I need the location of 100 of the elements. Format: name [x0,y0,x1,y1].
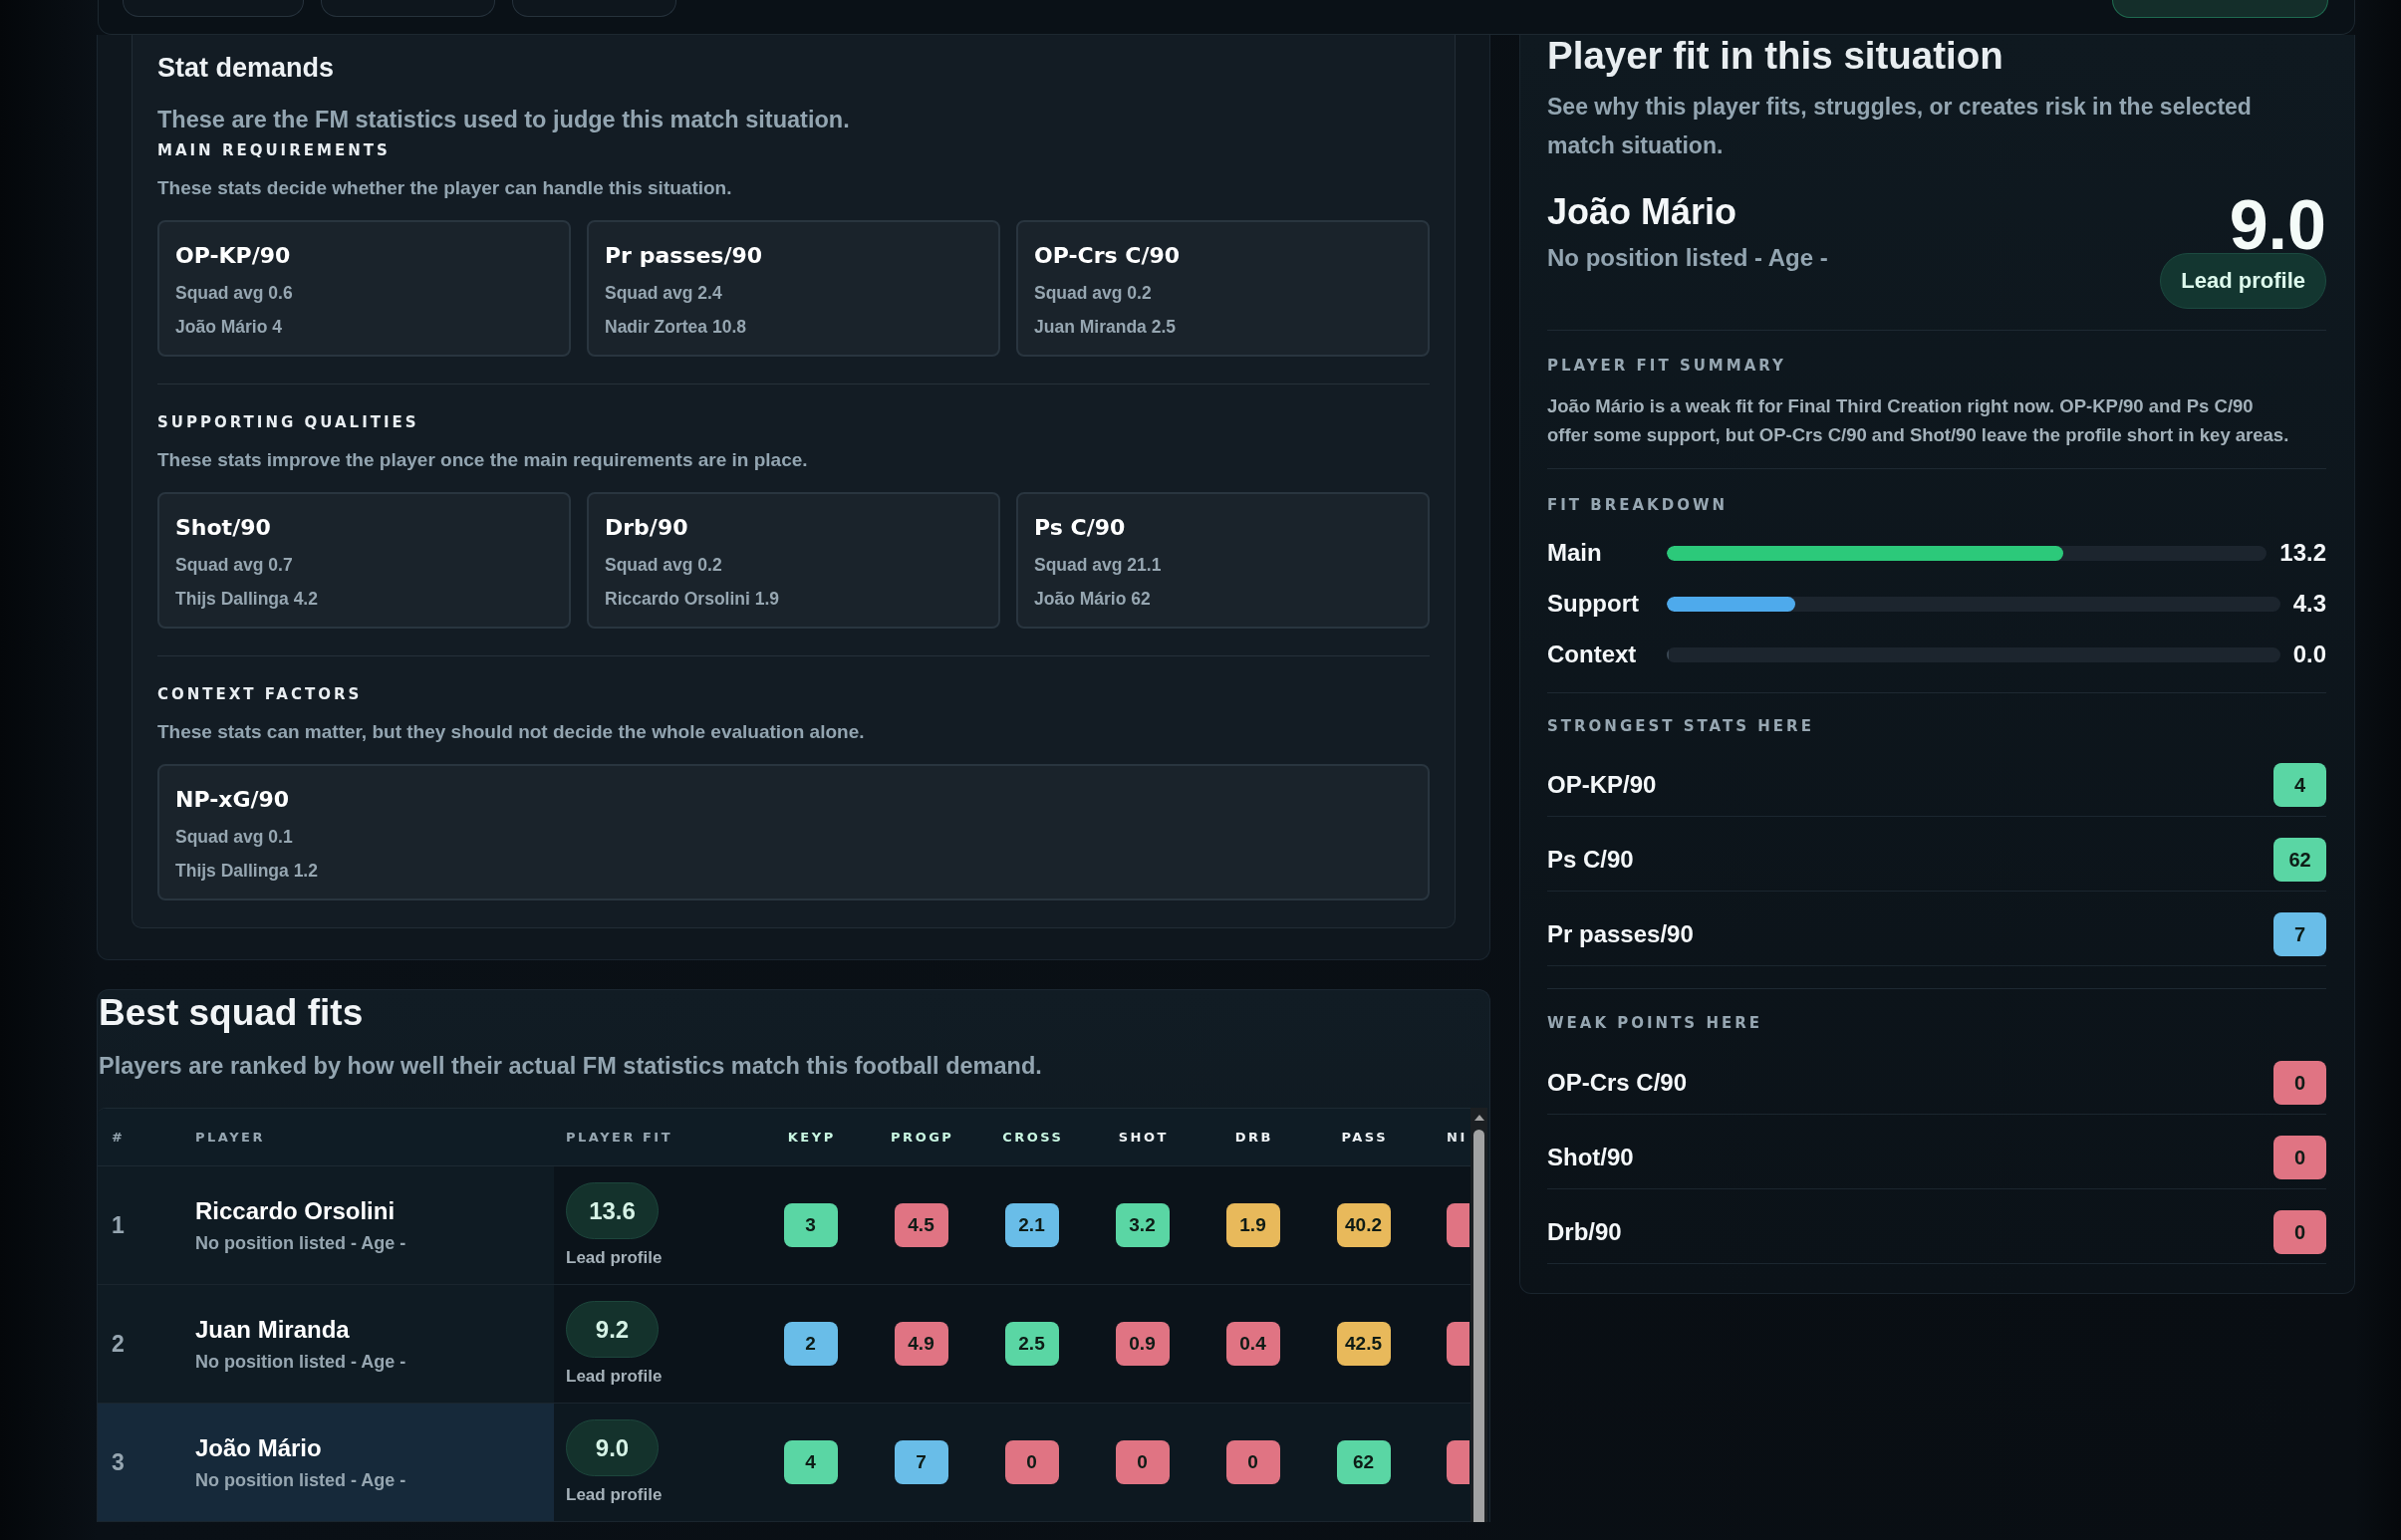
stat-value: 62 [2273,838,2326,882]
stat-name: Drb/90 [605,514,689,542]
squad-average: Squad avg 21.1 [1034,554,1163,577]
scrollbar[interactable] [1470,1108,1487,1522]
profile-label: Lead profile [566,1485,663,1505]
column-header[interactable]: DRB [1198,1127,1308,1148]
panel-subtitle: See why this player fits, struggles, or creates risk in the selected match situation. [1547,93,2253,160]
player-name: João Mário [195,1433,322,1462]
player-meta: No position listed - Age - [195,1350,406,1373]
group-description: These stats decide whether the player can handle this situation. [157,176,733,200]
player-meta: No position listed - Age - [195,1468,406,1491]
profile-label: Lead profile [566,1248,663,1268]
squad-average: Squad avg 0.1 [175,826,294,849]
breakdown-value: 13.2 [2279,538,2326,568]
column-header[interactable]: PLAYER [195,1127,554,1148]
stat-value: 0 [1225,1440,1280,1484]
squad-average: Squad avg 0.7 [175,554,294,577]
stat-name: OP-KP/90 [175,242,292,270]
breakdown-label: Support [1547,589,1640,619]
group-heading: MAIN REQUIREMENTS [157,140,392,161]
stat-label: Ps C/90 [1547,845,1634,875]
stat-value: 42.5 [1336,1322,1391,1366]
squad-average: Squad avg 0.2 [605,554,723,577]
table-row[interactable]: 3 João Mário No position listed - Age - 9.0 Lead profile 4 7 0 0 0 62 [98,1404,1470,1522]
group-heading: SUPPORTING QUALITIES [157,412,420,433]
profile-label: Lead profile [566,1367,663,1387]
stat-name: OP-Crs C/90 [1034,242,1182,270]
breakdown-value: 0.0 [2292,640,2326,669]
section-intro: These are the FM statistics used to judge this match situation. [157,106,851,134]
column-header[interactable]: # [98,1127,195,1148]
stat-value: 2 [783,1322,838,1366]
stat-value: 1.9 [1225,1203,1280,1247]
tab-button[interactable] [512,0,676,17]
breakdown-value: 4.3 [2292,589,2326,619]
profile-tag: Lead profile [2160,253,2326,309]
stat-leader: Nadir Zortea 10.8 [605,316,747,339]
scrollbar-thumb[interactable] [1473,1130,1484,1522]
column-header[interactable]: PLAYER FIT [554,1127,755,1148]
panel-title: Player fit in this situation [1547,35,2004,77]
column-header[interactable]: NI [1419,1127,1469,1148]
stat-value: 3 [783,1203,838,1247]
stat-leader: João Mário 4 [175,316,283,339]
player-name: Juan Miranda [195,1315,350,1344]
squad-average: Squad avg 2.4 [605,282,723,305]
panel-subtitle: Players are ranked by how well their actual FM statistics match this football demand. [98,1052,1043,1081]
stat-name: NP-xG/90 [175,786,291,814]
stat-value: 0 [2273,1061,2326,1105]
fit-score: 9.0 [2229,195,2326,255]
group-heading: CONTEXT FACTORS [157,684,364,705]
action-button[interactable] [2112,0,2328,18]
group-description: These stats can matter, but they should not decide the whole evaluation alone. [157,720,866,744]
stat-value: 0.4 [1225,1322,1280,1366]
breakdown-label: Context [1547,640,1638,669]
stat-value: 0 [1004,1440,1059,1484]
fit-score: 9.2 [566,1301,659,1358]
stat-leader: Thijs Dallinga 1.2 [175,860,319,883]
rank-cell: 3 [98,1404,195,1521]
panel-title: Best squad fits [98,991,365,1035]
table-row[interactable]: 1 Riccardo Orsolini No position listed - Age - 13.6 Lead profile 3 4.5 2.1 3.2 1.9 40.2 [98,1166,1470,1285]
column-header[interactable]: PROGP [866,1127,976,1148]
rank-cell: 1 [98,1166,195,1284]
stat-value: 0 [2273,1136,2326,1179]
column-header[interactable]: PASS [1308,1127,1419,1148]
stat-name: Shot/90 [175,514,272,542]
summary-text: João Mário is a weak fit for Final Third Creation right now. OP-KP/90 and Ps C/90 offer some support, but OP-Crs C/90 and Shot/90 leave the profile short in key areas. [1547,394,2290,447]
stat-value: 0 [1115,1440,1170,1484]
fit-score: 9.0 [566,1419,659,1476]
stat-label: Shot/90 [1547,1143,1634,1172]
stat-value: 3.2 [1115,1203,1170,1247]
stat-leader: Thijs Dallinga 4.2 [175,588,319,611]
stat-leader: Juan Miranda 2.5 [1034,316,1177,339]
stat-name: Ps C/90 [1034,514,1127,542]
tab-button[interactable] [321,0,495,17]
player-meta: No position listed - Age - [1547,243,1828,273]
table-row[interactable]: 2 Juan Miranda No position listed - Age - 9.2 Lead profile 2 4.9 2.5 0.9 0.4 42.5 [98,1285,1470,1404]
stat-leader: Riccardo Orsolini 1.9 [605,588,781,611]
rank-cell: 2 [98,1285,195,1403]
stat-value: 0 [2273,1210,2326,1254]
stat-value: 62 [1336,1440,1391,1484]
player-name: Riccardo Orsolini [195,1196,396,1225]
section-title: Stat demands [157,52,336,85]
stat-value: 4.9 [894,1322,948,1366]
stat-name: Pr passes/90 [605,242,764,270]
stat-value: 2.5 [1004,1322,1059,1366]
player-meta: No position listed - Age - [195,1231,406,1254]
tab-button[interactable] [123,0,304,17]
column-header[interactable]: SHOT [1087,1127,1198,1148]
section-heading: PLAYER FIT SUMMARY [1547,356,1787,377]
stat-value: 2.1 [1004,1203,1059,1247]
stat-value: 4 [783,1440,838,1484]
group-description: These stats improve the player once the main requirements are in place. [157,448,809,472]
squad-average: Squad avg 0.6 [175,282,294,305]
column-header[interactable]: CROSS [976,1127,1087,1148]
stat-value: 7 [2273,912,2326,956]
stat-leader: João Mário 62 [1034,588,1152,611]
scroll-up-icon[interactable] [1473,1115,1484,1121]
column-header[interactable]: KEYP [755,1127,866,1148]
stat-value: 40.2 [1336,1203,1391,1247]
stat-value: 0.9 [1115,1322,1170,1366]
stat-label: Pr passes/90 [1547,919,1694,949]
